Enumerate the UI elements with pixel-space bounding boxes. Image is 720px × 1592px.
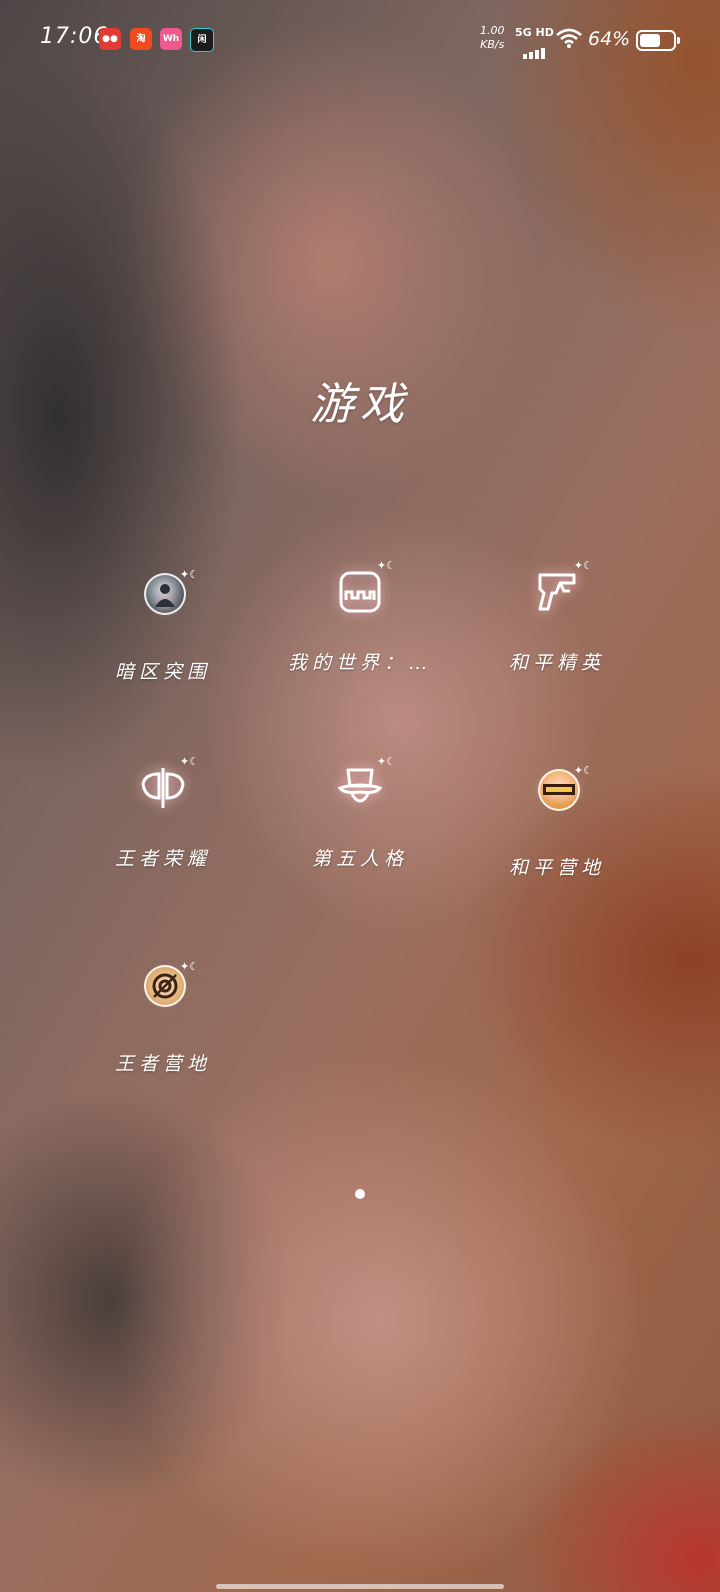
honor-axe-icon — [135, 760, 191, 816]
network-speed-unit: KB/s — [480, 38, 505, 51]
star-moon-badge: ✦☾ — [179, 960, 199, 973]
folder-title: 游戏 — [310, 379, 410, 430]
network-speed-value: 1.00 — [480, 24, 505, 37]
status-bar: 17:06 ●● 淘 Wh 闲 1.00 KB/s 5G HD 64% — [0, 0, 720, 80]
top-hat-icon — [332, 760, 388, 816]
star-moon-badge: ✦☾ — [179, 568, 199, 581]
pubg-gun-icon — [529, 564, 585, 620]
app-label: 和平营地 — [508, 857, 605, 879]
pink-app-icon: Wh — [160, 28, 182, 50]
wifi-icon — [556, 28, 582, 52]
app-minecraft[interactable]: ✦☾ 我的世界：… — [260, 559, 460, 675]
orange-app-icon: 淘 — [130, 28, 152, 50]
page-indicator-dot — [355, 1189, 365, 1199]
app-label: 我的世界：… — [287, 652, 432, 674]
star-moon-badge: ✦☾ — [376, 559, 396, 572]
battery-percent: 64% — [588, 28, 631, 50]
app-label: 第五人格 — [311, 848, 408, 870]
app-heping-yingdi[interactable]: ✦☾ 和平营地 — [457, 758, 657, 880]
star-moon-badge: ✦☾ — [376, 755, 396, 768]
app-wangzhe-rongyao[interactable]: ✦☾ 王者荣耀 — [63, 755, 263, 871]
app-heping-jingying[interactable]: ✦☾ 和平精英 — [457, 559, 657, 675]
signal-icon — [523, 40, 547, 59]
network-type: 5G HD — [515, 26, 554, 39]
battery-icon — [636, 30, 680, 51]
app-label: 王者营地 — [114, 1053, 211, 1075]
app-label: 和平精英 — [508, 652, 605, 674]
app-wangzhe-yingdi[interactable]: ✦☾ 王者营地 — [63, 954, 263, 1076]
star-moon-badge: ✦☾ — [179, 755, 199, 768]
star-moon-badge: ✦☾ — [573, 764, 593, 777]
app-label: 暗区突围 — [114, 661, 211, 683]
network-speed: 1.00 KB/s — [480, 24, 505, 52]
app-label: 王者荣耀 — [114, 848, 211, 870]
app-diwu-renge[interactable]: ✦☾ 第五人格 — [260, 755, 460, 871]
dark-app-icon: 闲 — [190, 28, 214, 52]
red-app-icon: ●● — [99, 28, 121, 50]
home-indicator[interactable] — [216, 1584, 504, 1589]
star-moon-badge: ✦☾ — [573, 559, 593, 572]
minecraft-block-icon — [332, 564, 388, 620]
app-anqu-tuwei[interactable]: ✦☾ 暗区突围 — [63, 562, 263, 684]
